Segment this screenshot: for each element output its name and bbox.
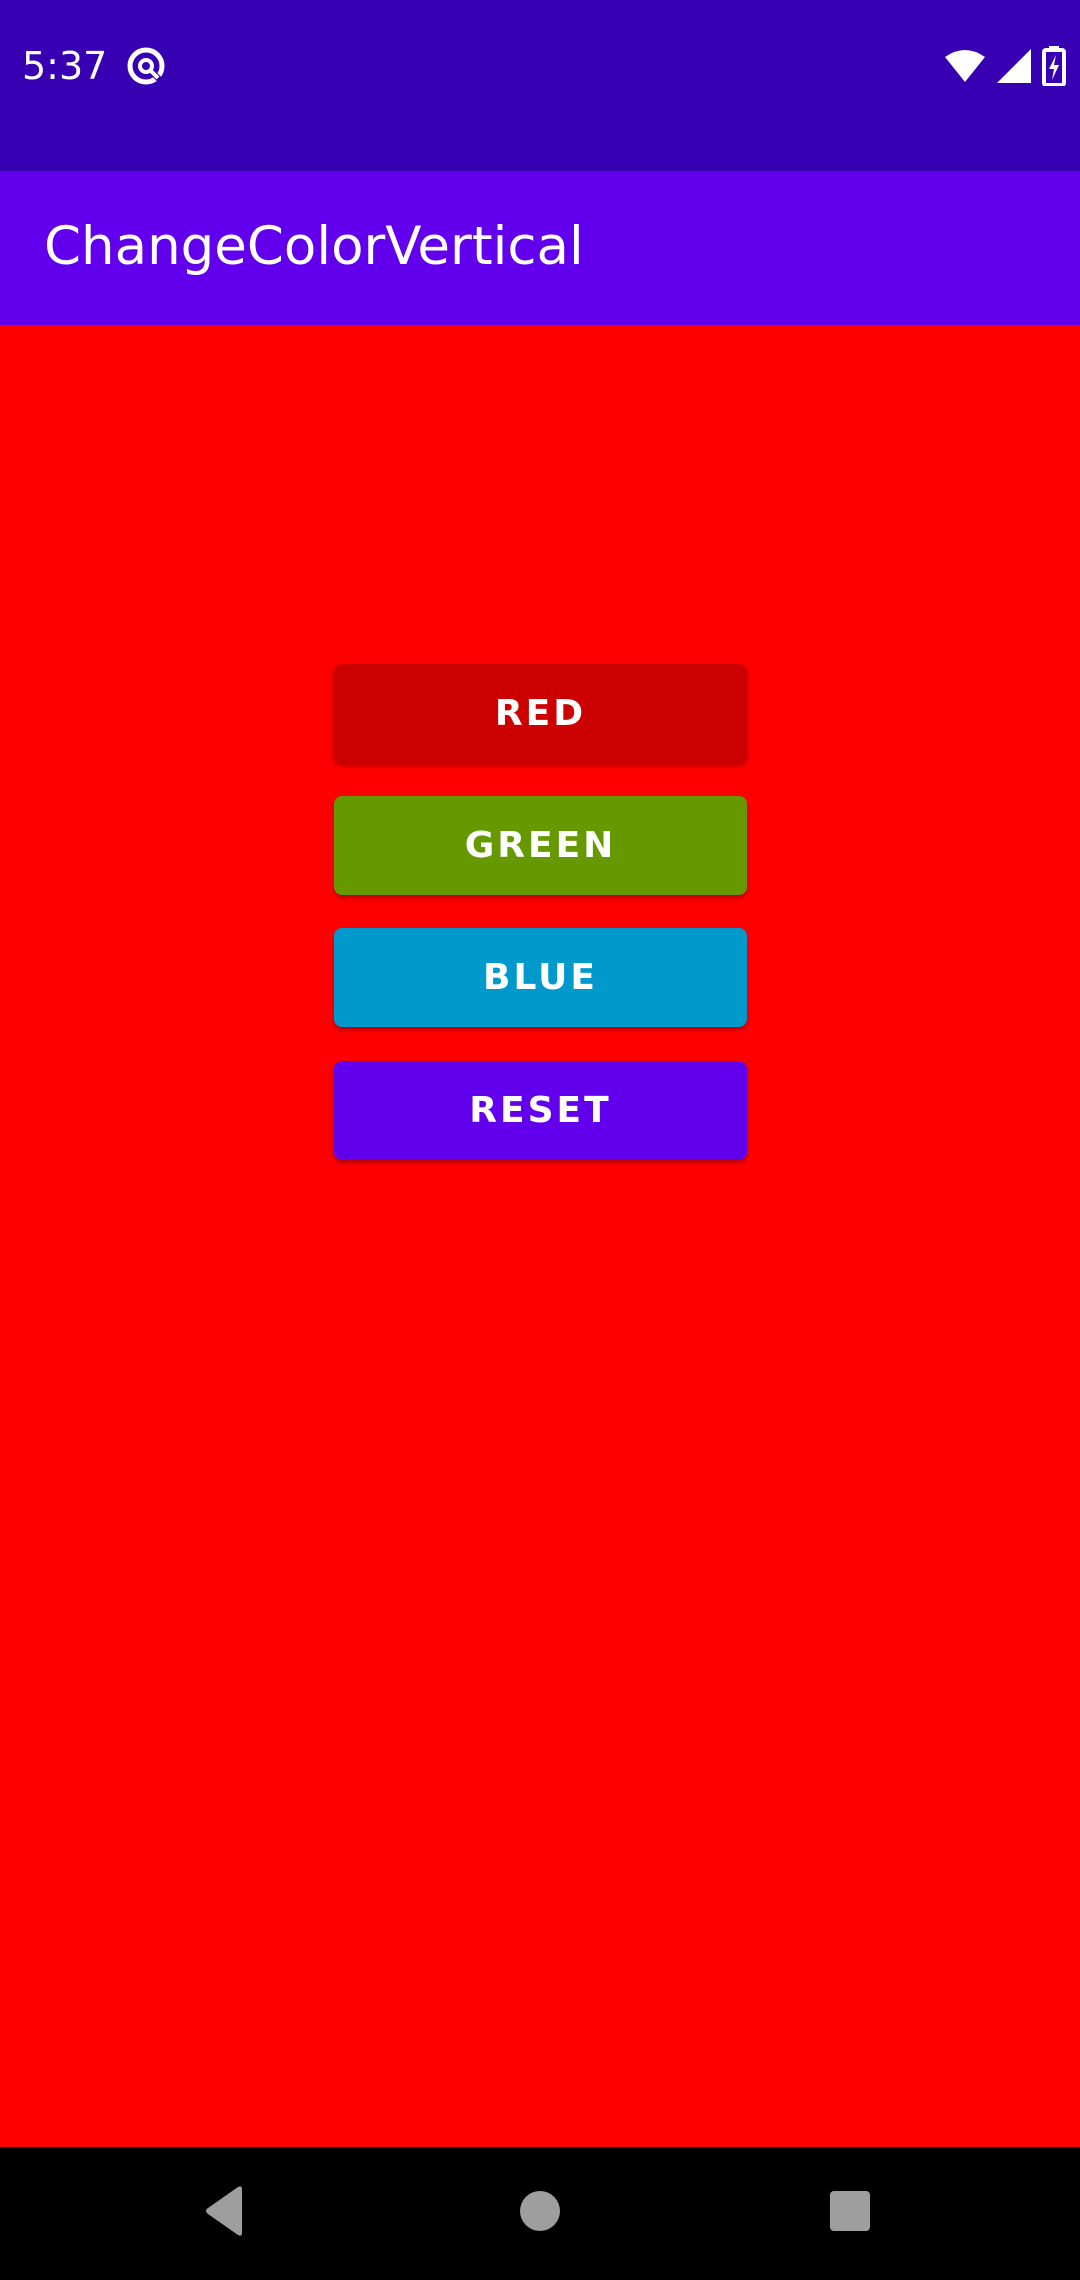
app-screen: 5:37 ChangeColorVertical RED GREEN BLUE … [0,0,1080,2280]
recents-square-icon [828,2189,872,2238]
home-button[interactable] [504,2177,576,2249]
status-icons [944,45,1066,91]
battery-charging-icon [1042,45,1066,91]
back-triangle-icon [202,2185,250,2242]
navigation-bar [0,2147,1080,2280]
green-button[interactable]: GREEN [334,796,747,895]
cell-signal-icon [996,48,1032,89]
app-title: ChangeColorVertical [44,216,584,277]
blue-button[interactable]: BLUE [334,928,747,1027]
red-button[interactable]: RED [334,664,747,763]
back-button[interactable] [190,2177,262,2249]
reset-button[interactable]: RESET [334,1061,747,1160]
recents-button[interactable] [814,2177,886,2249]
at-sign-icon [126,46,166,86]
status-bar: 5:37 [0,0,1080,171]
home-circle-icon [518,2189,562,2238]
wifi-icon [944,49,986,88]
status-time: 5:37 [22,44,108,88]
app-bar: ChangeColorVertical [0,171,1080,325]
content-area [0,325,1080,2147]
